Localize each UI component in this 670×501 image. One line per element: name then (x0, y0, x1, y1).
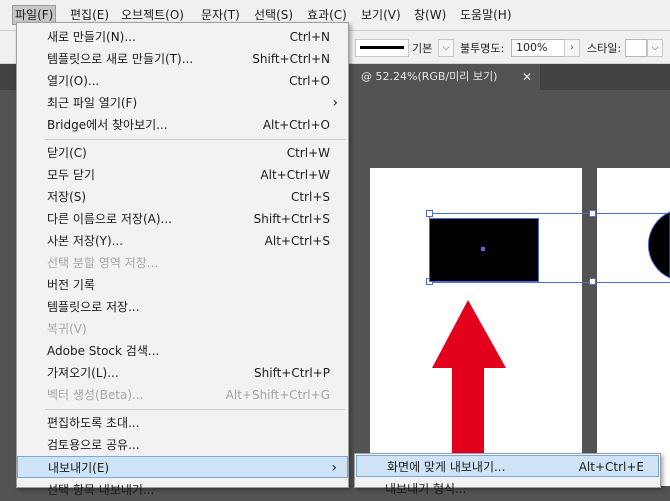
menu-item-shortcut: Alt+Ctrl+E (578, 460, 644, 474)
menu-item-new-from-template[interactable]: 템플릿으로 새로 만들기(T)... Shift+Ctrl+N (17, 48, 348, 70)
menu-item-save-copy[interactable]: 사본 저장(Y)... Alt+Ctrl+S (17, 230, 348, 252)
menu-view[interactable]: 보기(V) (361, 6, 401, 24)
menu-item-label: 열기(O)... (47, 74, 100, 88)
menu-item-open-recent[interactable]: 최근 파일 열기(F) › (17, 92, 348, 114)
selection-handle[interactable] (589, 210, 596, 217)
menu-item-generate-vectors: 벡터 생성(Beta)... Alt+Shift+Ctrl+G (17, 384, 348, 406)
style-label: 스타일: (587, 42, 622, 55)
selection-handle[interactable] (589, 278, 596, 285)
menu-item-label: 닫기(C) (47, 146, 87, 160)
chevron-down-icon[interactable]: ⌵ (647, 39, 663, 57)
menu-item-label: 최근 파일 열기(F) (47, 96, 138, 110)
menu-item-export-as[interactable]: 내보내기 형식... (355, 478, 658, 500)
menu-item-shortcut: Ctrl+O (289, 74, 330, 88)
menu-item-label: 저장(S) (47, 190, 87, 204)
menu-item-shortcut: Alt+Shift+Ctrl+G (225, 388, 330, 402)
menu-item-shortcut: Ctrl+W (286, 146, 330, 160)
menu-item-save-as-template[interactable]: 템플릿으로 저장... (17, 296, 348, 318)
menu-item-save-as[interactable]: 다른 이름으로 저장(A)... Shift+Ctrl+S (17, 208, 348, 230)
menu-item-label: 편집하도록 초대... (47, 416, 140, 430)
menu-item-save-selected-slices: 선택 분할 영역 저장... (17, 252, 348, 274)
chevron-right-icon: › (332, 95, 338, 111)
menu-item-label: Bridge에서 찾아보기... (47, 118, 168, 132)
menu-item-label: 버전 기록 (47, 278, 95, 292)
menu-item-shortcut: Alt+Ctrl+W (260, 168, 330, 182)
export-submenu: 화면에 맞게 내보내기... Alt+Ctrl+E 내보내기 형식... (354, 453, 661, 496)
menu-item-shortcut: Shift+Ctrl+P (254, 366, 330, 380)
black-circle[interactable] (640, 210, 670, 280)
menu-item-export[interactable]: 내보내기(E) › (17, 456, 348, 478)
menu-item-label: Adobe Stock 검색... (47, 344, 160, 358)
menu-item-search-adobe-stock[interactable]: Adobe Stock 검색... (17, 340, 348, 362)
menu-item-export-for-screens[interactable]: 화면에 맞게 내보내기... Alt+Ctrl+E (356, 455, 659, 477)
black-rectangle[interactable] (429, 218, 539, 282)
selection-handle[interactable] (426, 210, 433, 217)
menu-item-new[interactable]: 새로 만들기(N)... Ctrl+N (17, 26, 348, 48)
opacity-input[interactable]: 100% (511, 39, 565, 57)
menu-item-label: 복귀(V) (47, 322, 87, 336)
menu-item-label: 새로 만들기(N)... (47, 30, 136, 44)
menu-item-save[interactable]: 저장(S) Ctrl+S (17, 186, 348, 208)
menu-item-label: 벡터 생성(Beta)... (47, 388, 144, 402)
menu-item-label: 내보내기(E) (48, 461, 110, 475)
chevron-right-icon[interactable]: › (564, 39, 580, 57)
menu-item-label: 모두 닫기 (47, 168, 95, 182)
center-point (481, 247, 485, 251)
menu-separator (45, 139, 345, 140)
document-tab-title: @ 52.24%(RGB/미리 보기) (361, 70, 498, 83)
opacity-label: 불투명도: (460, 42, 505, 55)
menu-item-shortcut: Ctrl+S (290, 190, 330, 204)
menu-separator (45, 409, 345, 410)
menu-item-label: 다른 이름으로 저장(A)... (47, 212, 172, 226)
menu-item-share-for-review[interactable]: 검토용으로 공유... (17, 434, 348, 456)
menu-item-version-history[interactable]: 버전 기록 (17, 274, 348, 296)
close-icon[interactable]: ✕ (522, 64, 532, 90)
stroke-preview[interactable] (355, 39, 409, 57)
chevron-down-icon[interactable]: ⌵ (438, 39, 454, 57)
menu-item-browse-in-bridge[interactable]: Bridge에서 찾아보기... Alt+Ctrl+O (17, 114, 348, 136)
stroke-line (360, 46, 404, 49)
style-swatch[interactable] (625, 39, 647, 57)
menu-item-shortcut: Alt+Ctrl+O (262, 118, 330, 132)
menu-item-label: 화면에 맞게 내보내기... (387, 460, 506, 474)
menu-item-open[interactable]: 열기(O)... Ctrl+O (17, 70, 348, 92)
menu-item-label: 템플릿으로 새로 만들기(T)... (47, 52, 194, 66)
menu-item-label: 가져오기(L)... (47, 366, 119, 380)
menu-item-label: 내보내기 형식... (385, 482, 467, 496)
menu-help[interactable]: 도움말(H) (460, 6, 512, 24)
menu-item-close-all[interactable]: 모두 닫기 Alt+Ctrl+W (17, 164, 348, 186)
file-menu: 새로 만들기(N)... Ctrl+N 템플릿으로 새로 만들기(T)... S… (16, 22, 349, 497)
menu-item-label: 검토용으로 공유... (47, 438, 140, 452)
menu-item-export-selection[interactable]: 선택 항목 내보내기... (17, 479, 348, 501)
menu-item-shortcut: Shift+Ctrl+N (252, 52, 330, 66)
menu-item-label: 선택 항목 내보내기... (47, 483, 155, 497)
menu-item-shortcut: Alt+Ctrl+S (264, 234, 330, 248)
menu-item-invite-to-edit[interactable]: 편집하도록 초대... (17, 412, 348, 434)
menu-window[interactable]: 창(W) (414, 6, 446, 24)
menu-item-shortcut: Shift+Ctrl+S (253, 212, 330, 226)
document-tab[interactable]: @ 52.24%(RGB/미리 보기) ✕ (345, 64, 540, 90)
menu-item-label: 사본 저장(Y)... (47, 234, 124, 248)
menu-item-shortcut: Ctrl+N (289, 30, 330, 44)
stroke-style-label: 기본 (412, 42, 433, 55)
menu-item-place[interactable]: 가져오기(L)... Shift+Ctrl+P (17, 362, 348, 384)
menu-item-label: 선택 분할 영역 저장... (47, 256, 159, 270)
menu-item-label: 템플릿으로 저장... (47, 300, 140, 314)
chevron-right-icon: › (331, 460, 337, 476)
menu-item-revert: 복귀(V) (17, 318, 348, 340)
menu-item-close[interactable]: 닫기(C) Ctrl+W (17, 142, 348, 164)
